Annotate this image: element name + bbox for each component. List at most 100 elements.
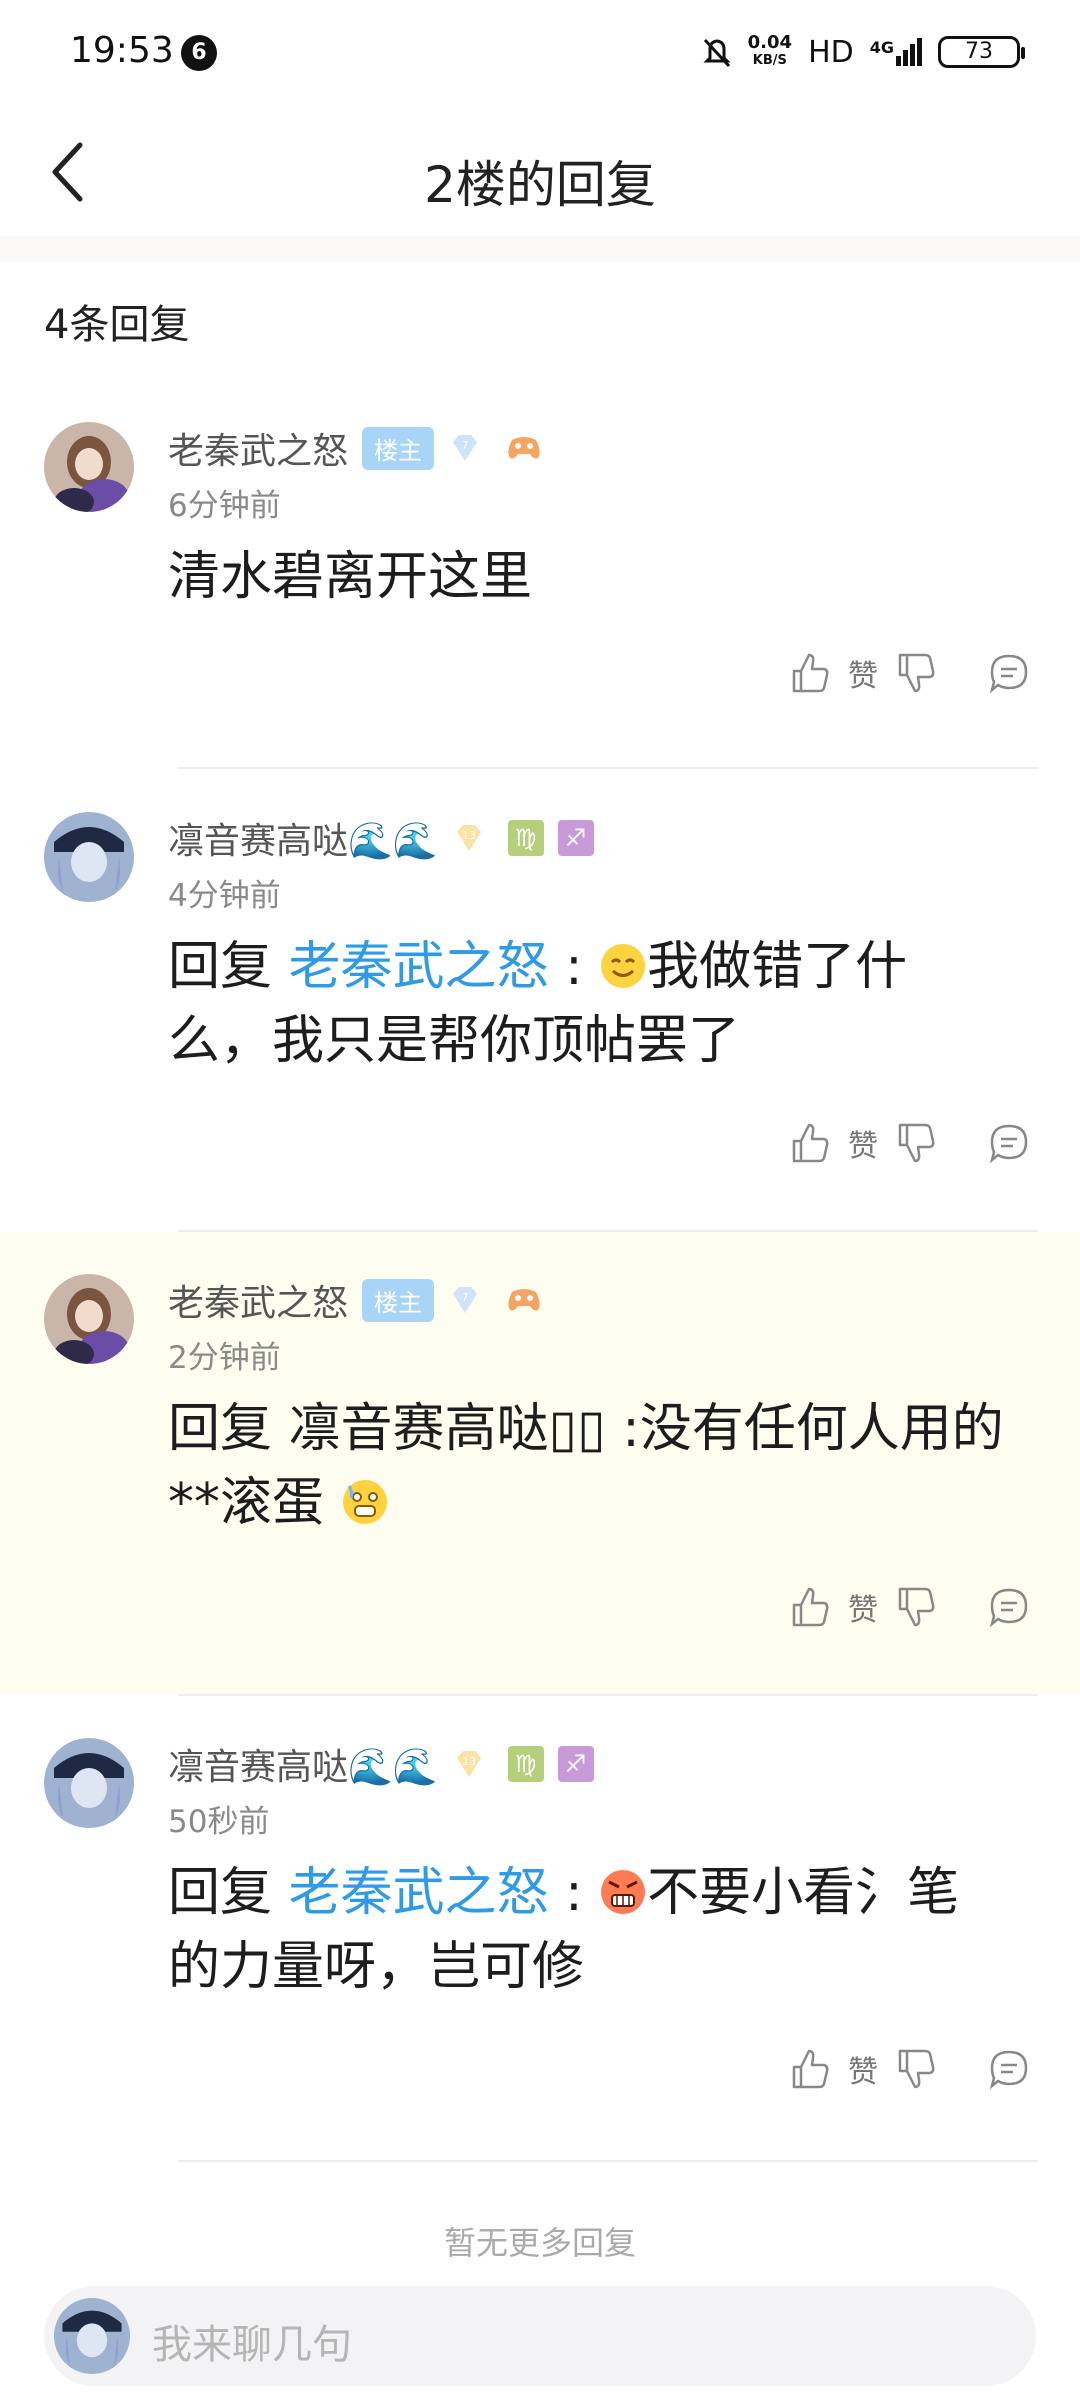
svg-text:13: 13	[462, 1755, 476, 1768]
reply-divider	[178, 1694, 1038, 1696]
network-speed: 0.04 KB/S	[748, 34, 792, 70]
comment-input-placeholder[interactable]: 我来聊几句	[152, 2312, 352, 2370]
status-icons: 0.04 KB/S HD 4G 73	[702, 30, 1025, 74]
reply-prefix: 回复	[168, 1863, 273, 1923]
reply-time: 6分钟前	[168, 488, 281, 524]
speed-unit: KB/S	[752, 53, 787, 68]
comment-button[interactable]	[988, 1586, 1030, 1628]
owner-badge: 楼主	[362, 426, 435, 470]
avatar[interactable]	[44, 1274, 134, 1364]
avatar	[54, 2298, 130, 2374]
reply-divider	[178, 767, 1038, 769]
thumbs-up-icon	[792, 2049, 829, 2089]
game-controller-icon	[508, 437, 540, 459]
username[interactable]: 老秦武之怒	[168, 1274, 348, 1326]
notification-count-badge: 6	[181, 35, 217, 71]
comment-button[interactable]	[988, 2048, 1030, 2090]
level-diamond-icon: 7	[453, 435, 478, 461]
level-diamond-icon: 7	[453, 1287, 478, 1313]
mention-link[interactable]: 老秦武之怒	[289, 937, 549, 997]
reply-time: 50秒前	[168, 1804, 270, 1840]
status-time: 19:53	[70, 30, 174, 71]
comment-icon	[989, 1588, 1028, 1628]
sagittarius-icon: ♐	[557, 1746, 594, 1782]
user-info-row: 凛音赛高哒🌊🌊 13 ♍ ♐	[168, 1738, 594, 1790]
virgo-icon: ♍	[507, 820, 544, 856]
thumbs-down-icon	[898, 1123, 935, 1163]
level-diamond-icon: 13	[456, 825, 481, 851]
reply-text-part: 我做错了什	[647, 937, 908, 997]
reply-text: 回复 老秦武之怒 : 我做错了什 么，我只是帮你顶帖罢了	[168, 930, 1028, 1078]
like-label: 赞	[848, 1129, 878, 1164]
avatar[interactable]	[44, 812, 134, 902]
svg-text:7: 7	[462, 1291, 469, 1304]
dislike-button[interactable]	[896, 2047, 936, 2091]
reply-actions: 赞	[790, 1118, 1030, 1168]
comment-button[interactable]	[988, 652, 1030, 694]
thumbs-up-icon	[792, 653, 829, 693]
reply-colon: :	[548, 937, 583, 997]
like-button[interactable]: 赞	[790, 1121, 896, 1165]
avatar[interactable]	[44, 422, 134, 512]
owner-badge: 楼主	[362, 1278, 435, 1322]
scared-emoji-icon	[342, 1480, 387, 1524]
reply-text-part: **滚蛋	[168, 1473, 325, 1533]
reply-item: 老秦武之怒 楼主 7 6分钟前 清水碧离开这里 赞	[0, 400, 1080, 770]
smile-emoji-icon	[601, 944, 646, 988]
thumbs-down-icon	[898, 653, 935, 693]
battery-icon: 73	[938, 36, 1025, 68]
reply-actions: 赞	[790, 648, 1030, 698]
comment-input-bar[interactable]: 我来聊几句	[44, 2286, 1036, 2386]
wave-emoji: 🌊🌊	[348, 1747, 438, 1788]
like-button[interactable]: 赞	[790, 1585, 896, 1629]
reply-actions: 赞	[790, 1582, 1030, 1632]
thumbs-down-icon	[898, 1587, 935, 1627]
sagittarius-icon: ♐	[557, 820, 594, 856]
user-info-row: 老秦武之怒 楼主 7	[168, 422, 544, 474]
like-button[interactable]: 赞	[790, 2047, 896, 2091]
username[interactable]: 凛音赛高哒🌊🌊	[168, 1738, 438, 1790]
avatar[interactable]	[44, 1738, 134, 1828]
username[interactable]: 老秦武之怒	[168, 422, 348, 474]
like-label: 赞	[848, 659, 878, 694]
thumbs-up-icon	[792, 1587, 829, 1627]
reply-time: 2分钟前	[168, 1340, 281, 1376]
user-info-row: 老秦武之怒 楼主 7	[168, 1274, 544, 1326]
reply-time: 4分钟前	[168, 878, 281, 914]
like-button[interactable]: 赞	[790, 651, 896, 695]
reply-item: 凛音赛高哒🌊🌊 13 ♍ ♐ 4分钟前 回复 老秦武之怒 : 我做错了什 么，我…	[0, 790, 1080, 1230]
reply-colon: :	[548, 1863, 583, 1923]
thumbs-down-icon	[898, 2049, 935, 2089]
reply-count: 4条回复	[44, 302, 190, 348]
username[interactable]: 凛音赛高哒🌊🌊	[168, 812, 438, 864]
reply-text-part: 么，我只是帮你顶帖罢了	[168, 1011, 741, 1071]
like-label: 赞	[848, 1593, 878, 1628]
network-type: 4G	[869, 38, 894, 57]
thumbs-up-icon	[792, 1123, 829, 1163]
reply-item-highlighted: 老秦武之怒 楼主 7 2分钟前 回复 凛音赛高哒▯▯ :没有任何人用的 **滚蛋…	[0, 1232, 1080, 1694]
dislike-button[interactable]	[896, 1585, 936, 1629]
reply-text-part: 回复 凛音赛高哒▯▯ :没有任何人用的	[168, 1399, 1004, 1459]
reply-text-part: 不要小看氵笔	[647, 1863, 960, 1923]
header-divider	[0, 236, 1080, 262]
mention-link[interactable]: 老秦武之怒	[289, 1863, 549, 1923]
top-bar: 2楼的回复	[0, 100, 1080, 240]
reply-actions: 赞	[790, 2044, 1030, 2094]
user-info-row: 凛音赛高哒🌊🌊 13 ♍ ♐	[168, 812, 594, 864]
dislike-button[interactable]	[896, 651, 936, 695]
reply-prefix: 回复	[168, 937, 273, 997]
status-bar: 19:53 6 0.04 KB/S HD 4G 73	[0, 0, 1080, 100]
hd-indicator: HD	[808, 34, 854, 70]
speed-value: 0.04	[747, 32, 793, 53]
comment-icon	[989, 1124, 1028, 1164]
reply-text-part: 的力量呀，岂可修	[168, 1937, 585, 1997]
comment-icon	[989, 654, 1028, 694]
reply-text: 回复 老秦武之怒 : 不要小看氵笔 的力量呀，岂可修	[168, 1856, 1028, 2004]
reply-text: 清水碧离开这里	[168, 547, 533, 607]
dislike-button[interactable]	[896, 1121, 936, 1165]
comment-icon	[989, 2050, 1028, 2090]
no-more-replies: 暂无更多回复	[443, 2224, 636, 2262]
level-diamond-icon: 13	[456, 1751, 481, 1777]
angry-emoji-icon	[601, 1870, 646, 1914]
comment-button[interactable]	[988, 1122, 1030, 1164]
